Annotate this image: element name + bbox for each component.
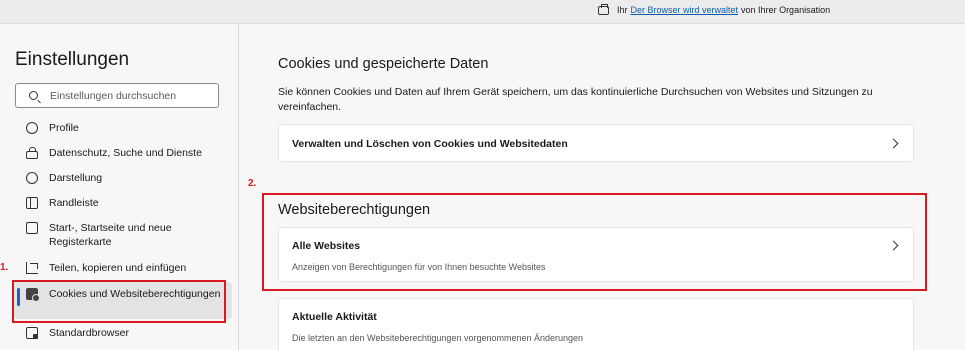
step-1-marker: 1. bbox=[0, 262, 9, 273]
sidebar-item-cookies[interactable]: Cookies und Websiteberechtigungen bbox=[14, 282, 232, 319]
sidebar-item-label: Datenschutz, Suche und Dienste bbox=[49, 147, 202, 159]
profile-icon bbox=[26, 122, 38, 134]
all-sites-description: Anzeigen von Berechtigungen für von Ihne… bbox=[292, 262, 546, 272]
managed-link[interactable]: Der Browser wird verwaltet bbox=[631, 5, 739, 15]
sidebar-item-appearance[interactable]: Darstellung bbox=[14, 171, 232, 187]
cookies-description: Sie können Cookies und Daten auf Ihrem G… bbox=[278, 86, 873, 113]
sidebar-item-label: Profile bbox=[49, 122, 79, 134]
sidebar-item-sidebar[interactable]: Randleiste bbox=[14, 196, 232, 212]
start-page-icon bbox=[26, 222, 38, 234]
sidebar-item-default-browser[interactable]: Standardbrowser bbox=[14, 326, 232, 342]
lock-icon bbox=[26, 147, 38, 159]
sidebar-item-label: Cookies und Websiteberechtigungen bbox=[49, 288, 221, 300]
recent-activity-description: Die letzten an den Websiteberechtigungen… bbox=[292, 333, 584, 343]
all-sites-row[interactable]: Alle Websites Anzeigen von Berechtigunge… bbox=[278, 227, 914, 282]
all-sites-label: Alle Websites bbox=[292, 240, 361, 252]
sidebar-icon bbox=[26, 197, 38, 209]
managed-banner: Ihr Der Browser wird verwaltet von Ihrer… bbox=[0, 0, 965, 24]
managed-suffix: von Ihrer Organisation bbox=[741, 5, 831, 15]
sidebar-item-label: Teilen, kopieren und einfügen bbox=[49, 262, 187, 274]
cookies-icon bbox=[26, 288, 40, 302]
sidebar-item-profile[interactable]: Profile bbox=[14, 121, 232, 137]
share-icon bbox=[26, 262, 38, 274]
recent-activity-label: Aktuelle Aktivität bbox=[292, 311, 377, 323]
chevron-right-icon bbox=[888, 138, 899, 149]
sidebar-item-privacy[interactable]: Datenschutz, Suche und Dienste bbox=[14, 146, 232, 162]
sidebar-item-label: Darstellung bbox=[49, 172, 103, 184]
search-input[interactable] bbox=[50, 89, 210, 102]
briefcase-icon bbox=[598, 3, 609, 15]
recent-activity-row[interactable]: Aktuelle Aktivität Die letzten an den We… bbox=[278, 298, 914, 350]
chevron-right-icon bbox=[888, 240, 899, 251]
settings-content: Cookies und gespeicherte Daten Sie könne… bbox=[240, 24, 965, 350]
settings-search[interactable] bbox=[15, 83, 219, 108]
step-2-marker: 2. bbox=[248, 178, 257, 189]
manage-cookies-row[interactable]: Verwalten und Löschen von Cookies und We… bbox=[278, 124, 914, 162]
sidebar-item-label: Standardbrowser bbox=[49, 327, 129, 339]
appearance-icon bbox=[26, 172, 38, 184]
manage-cookies-label: Verwalten und Löschen von Cookies und We… bbox=[292, 138, 568, 150]
sidebar-item-label: Randleiste bbox=[49, 197, 99, 209]
settings-sidebar: Einstellungen Profile Datenschutz, Suche… bbox=[0, 24, 239, 350]
default-browser-icon bbox=[26, 327, 38, 339]
managed-notice: Ihr Der Browser wird verwaltet von Ihrer… bbox=[598, 3, 831, 15]
sidebar-item-label: Start-, Startseite und neue Registerkart… bbox=[49, 222, 172, 248]
managed-prefix: Ihr bbox=[617, 5, 628, 15]
search-icon bbox=[29, 91, 38, 100]
settings-title: Einstellungen bbox=[15, 49, 130, 70]
permissions-heading: Websiteberechtigungen bbox=[278, 202, 431, 218]
cookies-heading: Cookies und gespeicherte Daten bbox=[278, 56, 489, 72]
sidebar-item-share[interactable]: Teilen, kopieren und einfügen bbox=[14, 261, 232, 277]
sidebar-item-start-page[interactable]: Start-, Startseite und neue Registerkart… bbox=[14, 221, 232, 251]
